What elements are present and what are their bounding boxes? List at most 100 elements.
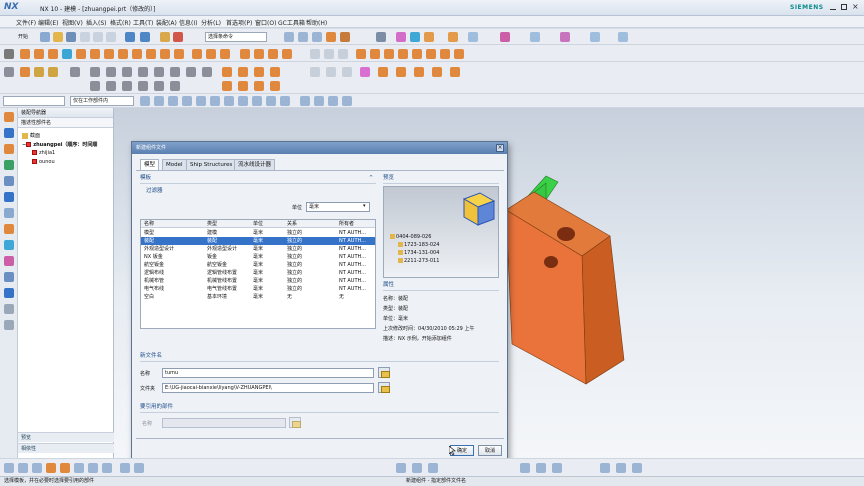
tab-model-cn[interactable]: 模型 bbox=[140, 159, 160, 170]
column-header-relation[interactable]: 关系 bbox=[287, 220, 297, 228]
point-on-curve-icon[interactable] bbox=[266, 96, 276, 106]
radius-dimension-icon[interactable] bbox=[106, 67, 116, 77]
shaded-with-edges-icon[interactable] bbox=[326, 32, 336, 42]
measure-body-icon[interactable] bbox=[20, 67, 30, 77]
menu-insert[interactable]: 插入(S) bbox=[86, 18, 107, 27]
column-header-owner[interactable]: 所有者 bbox=[339, 220, 354, 228]
new-icon[interactable] bbox=[40, 32, 50, 42]
curve-icon[interactable] bbox=[90, 81, 100, 91]
manufacturing-wizards-icon[interactable] bbox=[4, 256, 14, 266]
sew-icon[interactable] bbox=[414, 67, 424, 77]
replace-face-icon[interactable] bbox=[238, 67, 248, 77]
pad-icon[interactable] bbox=[160, 49, 170, 59]
extract-geometry-icon[interactable] bbox=[254, 81, 264, 91]
through-curves-icon[interactable] bbox=[396, 67, 406, 77]
menu-analysis[interactable]: 分析(L) bbox=[201, 18, 221, 27]
offset-face-icon[interactable] bbox=[384, 49, 394, 59]
existing-point-icon[interactable] bbox=[252, 96, 262, 106]
spline-icon[interactable] bbox=[360, 67, 370, 77]
select-all-icon[interactable] bbox=[140, 96, 150, 106]
unite-icon[interactable] bbox=[192, 49, 202, 59]
preview-panel-toggle[interactable]: 预览 bbox=[18, 432, 114, 442]
menu-edit[interactable]: 编辑(E) bbox=[38, 18, 58, 27]
table-row[interactable]: 逻辑布线 逻辑管线布置 毫米 独立的 NT AUTH... bbox=[141, 269, 375, 277]
view-right-icon[interactable] bbox=[32, 463, 42, 473]
groove-icon[interactable] bbox=[174, 49, 184, 59]
block-icon[interactable] bbox=[76, 49, 86, 59]
dimension-icon[interactable] bbox=[70, 67, 80, 77]
trim-body-icon[interactable] bbox=[356, 49, 366, 59]
view-bottom-icon[interactable] bbox=[88, 463, 98, 473]
body-rule-icon[interactable] bbox=[552, 463, 562, 473]
visibility-checkbox[interactable] bbox=[32, 159, 37, 164]
tab-pipeline-designer[interactable]: 流水线设计器 bbox=[234, 159, 276, 170]
product-outline-icon[interactable] bbox=[560, 32, 570, 42]
view-back-icon[interactable] bbox=[74, 463, 84, 473]
revolve-icon[interactable] bbox=[34, 49, 44, 59]
assembly-navigator-icon[interactable] bbox=[4, 112, 14, 122]
section-view-icon[interactable] bbox=[34, 67, 44, 77]
cancel-button[interactable]: 取消 bbox=[478, 445, 502, 456]
point-icon[interactable] bbox=[338, 49, 348, 59]
menu-gc-toolbox[interactable]: GC工具箱 bbox=[278, 18, 305, 27]
delete-icon[interactable] bbox=[173, 32, 183, 42]
snap-point-icon[interactable] bbox=[154, 96, 164, 106]
angular-dimension-icon[interactable] bbox=[90, 67, 100, 77]
ordinate-dimension-icon[interactable] bbox=[154, 67, 164, 77]
mirror-assembly-icon[interactable] bbox=[448, 32, 458, 42]
visibility-checkbox[interactable] bbox=[32, 150, 37, 155]
quadrant-point-icon[interactable] bbox=[238, 96, 248, 106]
table-row[interactable]: 空白 基本环境 毫米 无 无 bbox=[141, 293, 375, 301]
arc-icon[interactable] bbox=[324, 49, 334, 59]
system-scenes-icon[interactable] bbox=[4, 288, 14, 298]
measure-distance-icon[interactable] bbox=[4, 67, 14, 77]
roles-icon[interactable] bbox=[4, 272, 14, 282]
visibility-checkbox[interactable] bbox=[26, 142, 32, 147]
bounding-box-icon[interactable] bbox=[300, 96, 310, 106]
cone-icon[interactable] bbox=[104, 49, 114, 59]
pocket-icon[interactable] bbox=[146, 49, 156, 59]
system-materials-icon[interactable] bbox=[4, 224, 14, 234]
menu-view[interactable]: 视图(V) bbox=[62, 18, 83, 27]
table-row[interactable]: 模型 建模 毫米 独立的 NT AUTH... bbox=[141, 229, 375, 237]
unit-dropdown[interactable]: 毫米 bbox=[306, 202, 370, 212]
move-component-icon[interactable] bbox=[424, 32, 434, 42]
wcs-icon[interactable] bbox=[120, 463, 130, 473]
menu-info[interactable]: 信息(I) bbox=[179, 18, 197, 27]
hd3d-tools-icon[interactable] bbox=[4, 176, 14, 186]
arc-length-icon[interactable] bbox=[170, 67, 180, 77]
triangle-icon[interactable] bbox=[310, 67, 320, 77]
point-dialog-icon[interactable] bbox=[396, 463, 406, 473]
zoom-icon[interactable] bbox=[298, 32, 308, 42]
redo-icon[interactable] bbox=[140, 32, 150, 42]
view-iso-icon[interactable] bbox=[46, 463, 56, 473]
menu-window[interactable]: 窗口(O) bbox=[255, 18, 276, 27]
menu-file[interactable]: 文件(F) bbox=[16, 18, 36, 27]
column-header-unit[interactable]: 单位 bbox=[253, 220, 263, 228]
scope-dropdown[interactable]: 仅在工作部件内 bbox=[70, 96, 134, 106]
training-icon[interactable] bbox=[4, 320, 14, 330]
column-header-type[interactable]: 类型 bbox=[207, 220, 217, 228]
view-front-icon[interactable] bbox=[4, 463, 14, 473]
constraint-navigator-icon[interactable] bbox=[4, 128, 14, 138]
browse-folder-button[interactable] bbox=[378, 382, 390, 393]
intersection-curve-icon[interactable] bbox=[106, 81, 116, 91]
shaded-icon[interactable] bbox=[340, 32, 350, 42]
sketch-icon[interactable] bbox=[4, 49, 14, 59]
sweep-icon[interactable] bbox=[454, 49, 464, 59]
draft-icon[interactable] bbox=[282, 49, 292, 59]
mirror-feature-icon[interactable] bbox=[412, 49, 422, 59]
intersect-icon[interactable] bbox=[220, 49, 230, 59]
vector-icon[interactable] bbox=[412, 463, 422, 473]
reference-section-header[interactable]: 要引用的部件 bbox=[140, 403, 173, 412]
save-icon[interactable] bbox=[66, 32, 76, 42]
datum-plane-icon[interactable] bbox=[62, 49, 72, 59]
table-row-selected[interactable]: 装配 装配 毫米 独立的 NT AUTH... bbox=[141, 237, 375, 245]
navigator-column-header[interactable]: 描述性部件名 bbox=[18, 118, 113, 128]
move-face-icon[interactable] bbox=[270, 67, 280, 77]
web-browser-icon[interactable] bbox=[4, 192, 14, 202]
view-trimetric-icon[interactable] bbox=[60, 463, 70, 473]
offset-surface-icon[interactable] bbox=[238, 81, 248, 91]
tree-item-root-assembly[interactable]: − zhuangpei（顺序：时间顺 bbox=[22, 141, 97, 148]
split-body-icon[interactable] bbox=[370, 49, 380, 59]
